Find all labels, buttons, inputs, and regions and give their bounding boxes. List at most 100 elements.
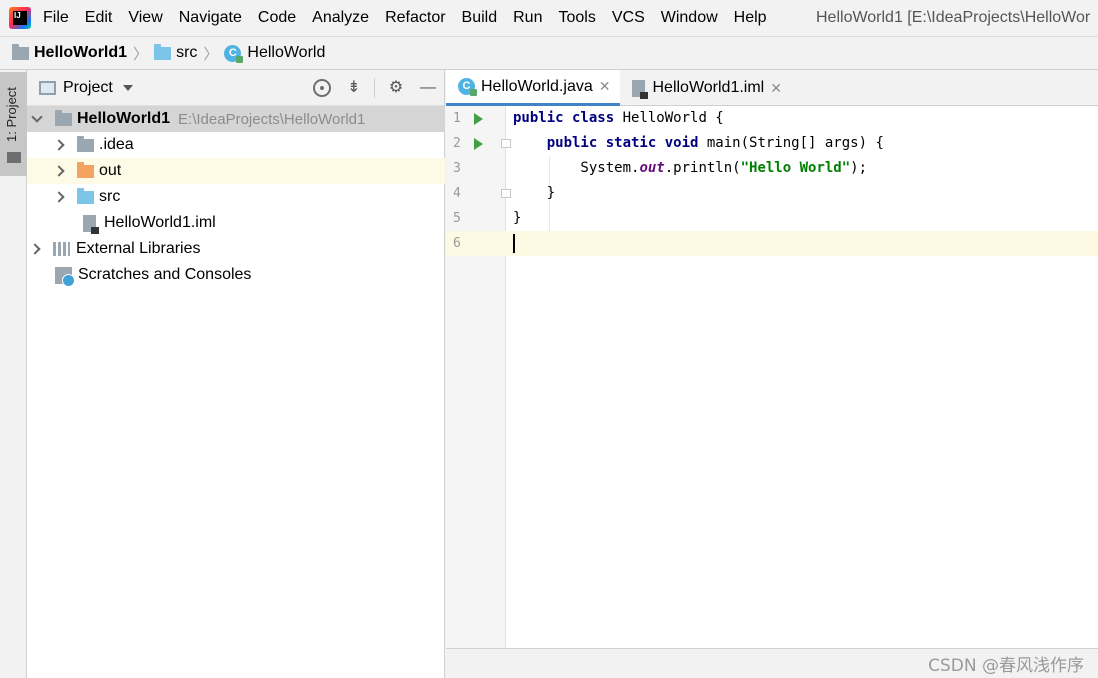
- code-text: }: [513, 210, 522, 226]
- tree-item-label: src: [99, 188, 121, 205]
- line-number: 2: [453, 136, 461, 151]
- run-icon[interactable]: [474, 138, 483, 150]
- breadcrumb-src[interactable]: src 〉: [154, 43, 224, 64]
- menu-edit[interactable]: Edit: [85, 9, 113, 27]
- tab-helloworld1-iml[interactable]: HelloWorld1.iml ✕: [620, 70, 791, 106]
- menu-file[interactable]: File: [43, 9, 69, 27]
- menu-tools[interactable]: Tools: [558, 9, 595, 27]
- project-tool-window-label: 1: Project: [4, 87, 19, 142]
- project-panel: Project ⇟ ⚙ — HelloWorld1 E:\IdeaProject…: [27, 70, 445, 678]
- chevron-right-icon[interactable]: [53, 191, 65, 203]
- line-number: 5: [453, 211, 461, 226]
- scratches-icon: [55, 266, 75, 287]
- chevron-down-icon[interactable]: [31, 111, 43, 123]
- tree-item-path: E:\IdeaProjects\HelloWorld1: [178, 110, 366, 128]
- folder-icon: [7, 152, 21, 163]
- line-number: 1: [453, 111, 461, 126]
- project-tool-window-tab[interactable]: 1: Project: [0, 72, 27, 176]
- fold-icon[interactable]: [501, 139, 511, 148]
- menu-navigate[interactable]: Navigate: [179, 9, 242, 27]
- tree-item-label: Scratches and Consoles: [78, 266, 252, 283]
- breadcrumb-class[interactable]: C HelloWorld: [224, 44, 326, 63]
- code-line-1[interactable]: 1 public class HelloWorld {: [446, 106, 1098, 131]
- menu-build[interactable]: Build: [462, 9, 498, 27]
- menu-refactor[interactable]: Refactor: [385, 9, 445, 27]
- breadcrumb-class-label: HelloWorld: [247, 44, 326, 61]
- module-file-icon: [83, 214, 99, 234]
- breadcrumb-project[interactable]: HelloWorld1 〉: [12, 43, 154, 64]
- code-editor[interactable]: 1 public class HelloWorld { 2 public sta…: [446, 106, 1098, 648]
- menu-code[interactable]: Code: [258, 9, 296, 27]
- menu-help[interactable]: Help: [734, 9, 767, 27]
- window-title: HelloWorld1 [E:\IdeaProjects\HelloWor: [816, 9, 1091, 26]
- chevron-right-icon[interactable]: [53, 165, 65, 177]
- close-icon[interactable]: ✕: [770, 80, 782, 97]
- watermark: CSDN @春风浅作序: [928, 656, 1084, 676]
- project-view-icon: [39, 80, 56, 95]
- chevron-right-icon: 〉: [133, 45, 149, 63]
- tree-item-src[interactable]: src: [27, 184, 445, 210]
- excluded-folder-icon: [77, 161, 94, 178]
- menu-vcs[interactable]: VCS: [612, 9, 645, 27]
- code-text: public class HelloWorld {: [513, 110, 724, 126]
- tree-item-scratches[interactable]: Scratches and Consoles: [27, 262, 445, 288]
- tab-label: HelloWorld.java: [481, 77, 593, 95]
- menu-bar: IJ File Edit View Navigate Code Analyze …: [0, 0, 1098, 36]
- tree-item-helloworld1[interactable]: HelloWorld1 E:\IdeaProjects\HelloWorld1: [27, 106, 445, 132]
- module-file-icon: [632, 79, 649, 99]
- tree-item-out[interactable]: out: [27, 158, 445, 184]
- tab-helloworld-java[interactable]: C HelloWorld.java ✕: [446, 70, 621, 106]
- breadcrumb-src-label: src: [176, 44, 198, 61]
- tree-item-label: .idea: [99, 136, 134, 153]
- fold-icon[interactable]: [501, 189, 511, 198]
- tree-item-label: HelloWorld1: [77, 110, 171, 127]
- locate-file-icon[interactable]: [313, 79, 331, 97]
- tree-item-iml[interactable]: HelloWorld1.iml: [27, 210, 445, 236]
- source-folder-icon: [154, 43, 172, 60]
- editor-tab-bar: C HelloWorld.java ✕ HelloWorld1.iml ✕: [446, 70, 1098, 106]
- code-line-5[interactable]: 5 }: [446, 206, 1098, 231]
- collapse-all-icon[interactable]: ⇟: [345, 79, 363, 97]
- chevron-right-icon[interactable]: [53, 139, 65, 151]
- dropdown-arrow-icon[interactable]: [122, 84, 133, 91]
- close-icon[interactable]: ✕: [599, 78, 611, 95]
- code-text: }: [513, 185, 556, 201]
- breadcrumb-project-label: HelloWorld1: [34, 44, 128, 61]
- tree-item-label: External Libraries: [76, 240, 201, 257]
- gear-icon[interactable]: ⚙: [387, 79, 405, 97]
- line-number: 4: [453, 186, 461, 201]
- library-icon: [53, 242, 70, 256]
- menu-run[interactable]: Run: [513, 9, 542, 27]
- tree-item-label: out: [99, 162, 122, 179]
- project-folder-icon: [12, 43, 29, 60]
- menu-analyze[interactable]: Analyze: [312, 9, 369, 27]
- hide-panel-icon[interactable]: —: [419, 79, 437, 97]
- divider: [374, 78, 375, 98]
- chevron-right-icon[interactable]: [29, 243, 41, 255]
- code-line-6[interactable]: 6: [446, 231, 1098, 256]
- text-caret: [513, 234, 515, 253]
- tree-item-external-libraries[interactable]: External Libraries: [27, 236, 445, 262]
- tree-item-idea[interactable]: .idea: [27, 132, 445, 158]
- java-class-icon: C: [458, 78, 477, 96]
- tool-window-stripe: 1: Project: [0, 70, 27, 678]
- source-folder-icon: [77, 187, 94, 204]
- project-view-selector[interactable]: Project: [63, 79, 113, 97]
- code-text: public static void main(String[] args) {: [546, 135, 884, 151]
- module-folder-icon: [55, 109, 72, 126]
- line-number: 3: [453, 161, 461, 176]
- folder-icon: [77, 135, 94, 152]
- menu-view[interactable]: View: [128, 9, 162, 27]
- java-class-icon: C: [224, 44, 244, 63]
- tab-label: HelloWorld1.iml: [652, 79, 765, 96]
- menu-window[interactable]: Window: [661, 9, 718, 27]
- code-line-3[interactable]: 3 System.out.println("Hello World");: [446, 156, 1098, 181]
- project-panel-header: Project ⇟ ⚙ —: [27, 70, 444, 106]
- breadcrumb: HelloWorld1 〉 src 〉 C HelloWorld: [0, 36, 1098, 70]
- chevron-right-icon: 〉: [203, 45, 219, 63]
- line-number: 6: [453, 236, 461, 251]
- code-line-4[interactable]: 4 }: [446, 181, 1098, 206]
- tree-item-label: HelloWorld1.iml: [104, 214, 216, 231]
- code-line-2[interactable]: 2 public static void main(String[] args)…: [446, 131, 1098, 156]
- run-icon[interactable]: [474, 113, 483, 125]
